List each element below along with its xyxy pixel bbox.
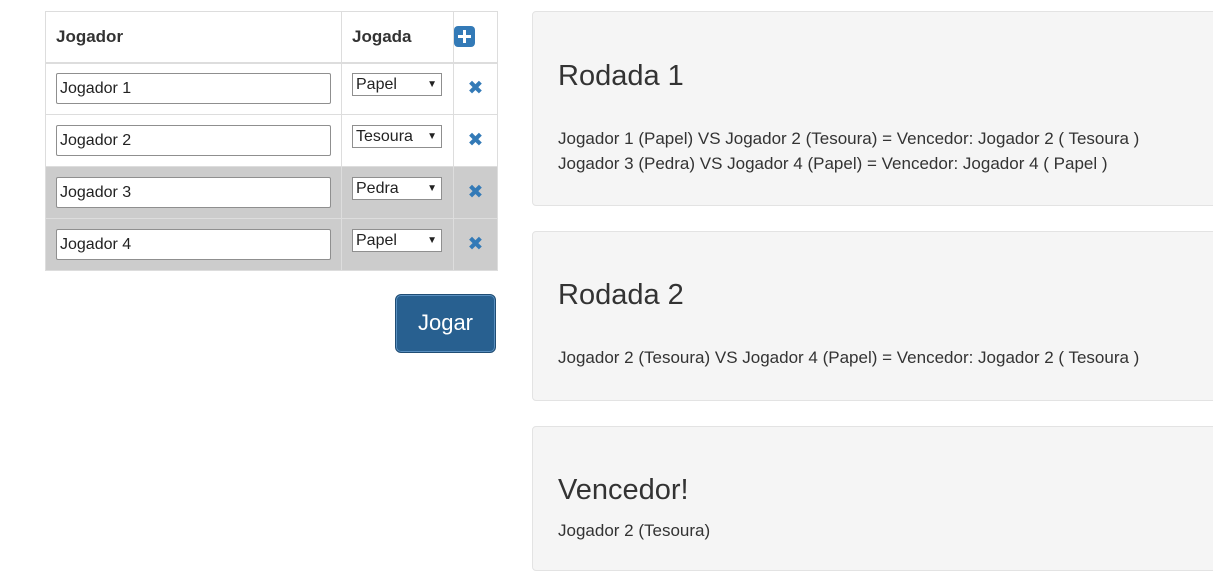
winner-title: Vencedor! <box>558 474 689 506</box>
header-move: Jogada <box>341 11 454 64</box>
match-result: Jogador 2 (Tesoura) VS Jogador 4 (Papel)… <box>558 348 1140 367</box>
move-select-value: Tesoura <box>356 127 413 145</box>
players-table: Jogador Jogada Papel ▼ ✖ Tesoura ▼ ✖ Pedra… <box>45 11 498 271</box>
table-row: Papel ▼ ✖ <box>45 62 498 115</box>
table-row: Pedra ▼ ✖ <box>45 166 498 219</box>
play-button[interactable]: Jogar <box>395 294 496 353</box>
player-name-input[interactable] <box>56 125 331 156</box>
table-header-row: Jogador Jogada <box>45 11 498 64</box>
round-2-panel: Rodada 2 Jogador 2 (Tesoura) VS Jogador … <box>532 231 1213 401</box>
move-select[interactable]: Pedra ▼ <box>352 176 442 200</box>
times-icon[interactable]: ✖ <box>468 234 484 254</box>
times-icon[interactable]: ✖ <box>468 182 484 202</box>
move-select[interactable]: Papel ▼ <box>352 228 442 252</box>
caret-down-icon: ▼ <box>427 234 437 246</box>
move-select-value: Pedra <box>356 179 399 197</box>
move-select[interactable]: Papel ▼ <box>352 72 442 96</box>
caret-down-icon: ▼ <box>427 78 437 90</box>
times-icon[interactable]: ✖ <box>468 130 484 150</box>
plus-square-icon[interactable] <box>454 25 475 47</box>
table-row: Tesoura ▼ ✖ <box>45 114 498 167</box>
player-name-input[interactable] <box>56 177 331 208</box>
move-select-value: Papel <box>356 75 397 93</box>
match-result: Jogador 1 (Papel) VS Jogador 2 (Tesoura)… <box>558 129 1140 148</box>
move-select[interactable]: Tesoura ▼ <box>352 124 442 148</box>
times-icon[interactable]: ✖ <box>468 78 484 98</box>
round-title: Rodada 1 <box>558 60 684 92</box>
winner-panel: Vencedor! Jogador 2 (Tesoura) <box>532 426 1213 571</box>
caret-down-icon: ▼ <box>427 182 437 194</box>
player-name-input[interactable] <box>56 229 331 260</box>
header-player: Jogador <box>45 11 342 64</box>
round-1-panel: Rodada 1 Jogador 1 (Papel) VS Jogador 2 … <box>532 11 1213 206</box>
round-title: Rodada 2 <box>558 279 684 311</box>
caret-down-icon: ▼ <box>427 130 437 142</box>
player-name-input[interactable] <box>56 73 331 105</box>
match-result: Jogador 3 (Pedra) VS Jogador 4 (Papel) =… <box>558 154 1108 173</box>
add-player-button[interactable] <box>453 11 498 64</box>
table-row: Papel ▼ ✖ <box>45 218 498 271</box>
move-select-value: Papel <box>356 231 397 249</box>
winner-text: Jogador 2 (Tesoura) <box>558 521 711 540</box>
